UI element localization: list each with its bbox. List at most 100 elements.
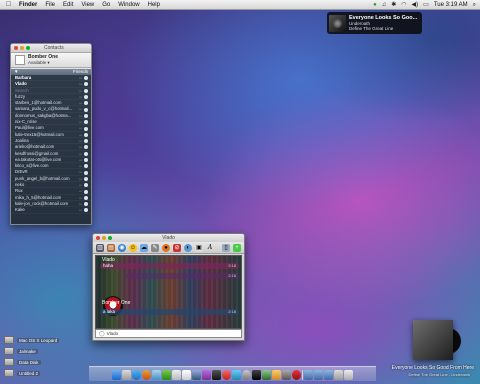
dashboard-icon[interactable] <box>122 370 131 380</box>
minimize-button[interactable] <box>20 46 24 50</box>
chart-icon[interactable]: ▤ <box>107 243 115 252</box>
my-profile[interactable]: Bomber One Available ▾ <box>11 53 91 68</box>
contact-status: ••• <box>79 106 88 112</box>
skype-icon[interactable] <box>232 370 241 380</box>
smiley-icon[interactable]: ☺ <box>129 243 137 252</box>
app-icon[interactable] <box>282 370 291 380</box>
menu-window[interactable]: Window <box>118 0 139 10</box>
hard-drive-icon[interactable] <box>4 347 14 355</box>
now-playing-subtitle: Define The Great Line - Underoath <box>408 372 470 377</box>
contact-name: samara_pudo_v_c@hotmail... <box>15 106 73 112</box>
now-playing-notification[interactable]: Everyone Looks So Goo... Underoath Defin… <box>327 12 422 34</box>
firefox-icon[interactable]: ● <box>162 243 170 252</box>
colors-icon[interactable]: ◐ <box>184 243 192 252</box>
contact-status: ••• <box>79 201 88 207</box>
contact-row[interactable]: Kake ••• <box>11 207 91 214</box>
terminal-icon[interactable] <box>212 370 221 380</box>
desktop-icon-label: Mac OS X Leopard <box>17 337 60 343</box>
message-time: 2:18 <box>228 263 236 268</box>
music-note-icon[interactable]: ♫ <box>382 0 387 10</box>
stack-icon[interactable] <box>334 370 343 380</box>
desktop-icon-label: Data Disk <box>17 359 41 365</box>
globe-icon[interactable]: ◉ <box>118 243 126 252</box>
preview-icon[interactable] <box>192 370 201 380</box>
contact-status-text: ••• <box>78 189 82 194</box>
contact-name: ea.takotat-ots@live.com <box>15 156 62 162</box>
photo-booth-icon[interactable] <box>222 370 231 380</box>
buddy-icon <box>84 145 88 150</box>
trash-icon[interactable] <box>344 370 353 380</box>
buddy-icon <box>84 76 88 81</box>
menu-clock[interactable]: Tue 3:19 AM <box>434 2 468 8</box>
picture-icon[interactable]: ▣ <box>195 243 203 252</box>
buddy-icon <box>84 88 88 93</box>
now-playing-album-art[interactable] <box>413 320 461 360</box>
contact-status-text: ••• <box>78 94 82 99</box>
zoom-button[interactable] <box>26 46 30 50</box>
block-icon[interactable]: ⊘ <box>173 243 181 252</box>
equalizer-icon[interactable]: ▥ <box>96 243 104 252</box>
message-input[interactable]: ◯ Vlado <box>95 329 242 338</box>
contact-status-text: ••• <box>78 195 82 200</box>
menu-edit[interactable]: Edit <box>63 0 73 10</box>
menu-view[interactable]: View <box>81 0 94 10</box>
menu-help[interactable]: Help <box>148 0 160 10</box>
buddy-icon <box>84 126 88 131</box>
desktop-icon-jalmake[interactable]: Jalmake <box>4 347 38 355</box>
buddy-icon <box>84 183 88 188</box>
battery-icon[interactable]: ▭ <box>423 0 429 10</box>
applications-folder-icon[interactable] <box>324 370 333 380</box>
app-icon[interactable] <box>252 370 261 380</box>
app-icon[interactable] <box>272 370 281 380</box>
volume-icon[interactable]: ◀) <box>412 0 419 10</box>
contact-name: punk_angel_b@hotmail.com <box>15 175 70 181</box>
add-contact-icon[interactable]: + <box>233 243 241 252</box>
desktop-icon-mac-os-x-leopard[interactable]: Mac OS X Leopard <box>4 336 60 344</box>
system-preferences-icon[interactable] <box>242 370 251 380</box>
menu-finder[interactable]: Finder <box>19 0 37 10</box>
menu-go[interactable]: Go <box>102 0 110 10</box>
messenger-status-icon[interactable]: ● <box>373 0 377 10</box>
contact-card-icon[interactable]: ▯ <box>222 243 230 252</box>
itunes-icon[interactable] <box>202 370 211 380</box>
contacts-window: Contacts Bomber One Available ▾ ▼ Friend… <box>10 43 92 225</box>
safari-icon[interactable] <box>132 370 141 380</box>
spotlight-search-icon[interactable]: ⌕ <box>473 0 476 10</box>
cloud-icon[interactable]: ☁ <box>140 243 148 252</box>
menu-file[interactable]: File <box>45 0 55 10</box>
messenger-icon[interactable] <box>162 370 171 380</box>
close-button[interactable] <box>14 46 18 50</box>
apple-menu-icon[interactable]:  <box>6 1 13 9</box>
hard-drive-icon[interactable] <box>4 369 14 377</box>
hard-drive-icon[interactable] <box>4 336 14 344</box>
mail-icon[interactable] <box>152 370 161 380</box>
downloads-folder-icon[interactable] <box>304 370 313 380</box>
contact-list[interactable]: ▼ Friends Barbara ••• Vlado ••• Search ••• fuz… <box>11 69 91 224</box>
desktop-icon-data-disk[interactable]: Data Disk <box>4 358 41 366</box>
chat-titlebar[interactable]: Vlado <box>93 234 244 242</box>
wifi-icon[interactable]: ◠ <box>401 0 406 10</box>
bluetooth-icon[interactable]: ✱ <box>391 0 396 10</box>
contacts-titlebar[interactable]: Contacts <box>11 44 91 53</box>
contact-status-text: ••• <box>78 138 82 143</box>
firefox-icon[interactable] <box>142 370 151 380</box>
app-icon[interactable] <box>292 370 301 380</box>
font-icon[interactable]: A <box>206 244 214 252</box>
buddy-icon <box>84 139 88 144</box>
conversation-view[interactable]: Vlado haha 2:18 2:18 Bomber One a laka 2… <box>95 255 242 329</box>
hard-drive-icon[interactable] <box>4 358 14 366</box>
calendar-icon[interactable] <box>182 370 191 380</box>
message-text: haha <box>103 263 114 268</box>
app-icon[interactable] <box>262 370 271 380</box>
finder-icon[interactable] <box>112 370 121 380</box>
address-book-icon[interactable] <box>172 370 181 380</box>
contact-status: ••• <box>78 188 88 194</box>
sender-header-bomber-one: Bomber One <box>102 300 131 306</box>
desktop-icon-untitled-2[interactable]: Untitled 2 <box>4 369 41 377</box>
contact-name: kitco_s@live.com <box>15 163 49 169</box>
my-avatar[interactable] <box>15 55 25 65</box>
message-bubble: a laka 2:18 <box>100 309 239 315</box>
documents-folder-icon[interactable] <box>314 370 323 380</box>
my-status-select[interactable]: Available ▾ <box>28 60 58 66</box>
wrench-icon[interactable]: ✎ <box>151 243 159 252</box>
